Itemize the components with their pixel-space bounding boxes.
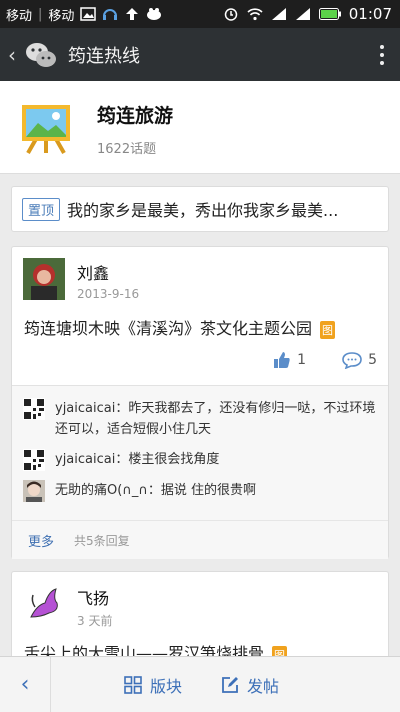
post-card[interactable]: 刘鑫 2013-9-16 筠连塘坝木映《清溪沟》茶文化主题公园图 1 5 yja… <box>11 246 389 559</box>
topic-count: 1622话题 <box>97 142 157 157</box>
post-stats: 1 5 <box>273 351 377 369</box>
top-nav-bar: ‹ 筠连热线 <box>0 28 400 81</box>
reply-text: 无助的痛O(∩_∩：据说 住的很贵啊 <box>55 483 256 498</box>
pinned-badge: 置顶 <box>22 197 61 221</box>
reply-text: yjaicaicai：楼主很会找角度 <box>55 452 220 467</box>
upload-icon <box>126 8 139 20</box>
reply-footer: 更多 共5条回复 <box>12 520 388 559</box>
forum-header: 筠连旅游 1622话题 <box>0 81 400 174</box>
status-bar: 移动 | 移动 01:07 <box>0 0 400 28</box>
headset-icon <box>103 9 118 20</box>
app-notification-icon <box>147 8 162 20</box>
chevron-left-icon: ‹ <box>20 672 30 697</box>
image-badge: 图 <box>320 320 336 339</box>
more-menu-button[interactable] <box>364 44 400 65</box>
avatar[interactable] <box>23 258 65 300</box>
pinned-post[interactable]: 置顶 我的家乡是最美，秀出你我家乡最美... <box>11 186 389 232</box>
nav-title: 筠连热线 <box>68 45 140 67</box>
carrier-1: 移动 <box>6 8 33 24</box>
like-count: 1 <box>297 352 307 368</box>
reply-item[interactable]: yjaicaicai：昨天我都去了，还没有修归一哒，不过环境还可以，适合短假小住… <box>23 398 377 440</box>
post-card[interactable]: 飞扬 3 天前 舌尖上的大雪山——罗汉笋烧排骨图 <box>11 571 389 664</box>
comment-icon[interactable] <box>342 351 362 369</box>
image-notification-icon <box>80 7 97 21</box>
post-title[interactable]: 筠连塘坝木映《清溪沟》茶文化主题公园图 <box>24 315 336 339</box>
clock: 01:07 <box>348 5 392 23</box>
post-title-text: 筠连塘坝木映《清溪沟》茶文化主题公园 <box>24 319 313 338</box>
grid-icon <box>124 675 142 694</box>
back-button[interactable]: ‹ <box>0 43 24 67</box>
easel-painting-icon <box>22 105 70 154</box>
post-date: 2013-9-16 <box>77 287 140 301</box>
reply-item[interactable]: yjaicaicai：楼主很会找角度 <box>23 449 377 471</box>
signal-icon-1 <box>271 8 286 20</box>
chevron-left-icon: ‹ <box>8 42 16 67</box>
wechat-logo-icon <box>26 42 56 67</box>
board-label: 版块 <box>150 676 183 696</box>
reply-list: yjaicaicai：昨天我都去了，还没有修归一哒，不过环境还可以，适合短假小住… <box>12 385 388 521</box>
post-date: 3 天前 <box>77 614 113 628</box>
more-replies-link[interactable]: 更多 <box>28 531 54 550</box>
bottom-toolbar: ‹ 版块 发帖 <box>0 656 400 712</box>
user-avatar-icon <box>23 480 45 502</box>
qr-avatar-icon <box>23 398 45 420</box>
reply-count: 共5条回复 <box>74 533 130 548</box>
board-button[interactable]: 版块 <box>124 657 182 712</box>
reply-text: yjaicaicai：昨天我都去了，还没有修归一哒，不过环境还可以，适合短假小住… <box>55 401 376 437</box>
alarm-icon <box>224 8 238 21</box>
compose-icon <box>222 676 238 693</box>
new-post-button[interactable]: 发帖 <box>221 657 279 712</box>
comment-count: 5 <box>368 352 377 368</box>
post-author[interactable]: 飞扬 <box>77 585 109 609</box>
reply-item[interactable]: 无助的痛O(∩_∩：据说 住的很贵啊 <box>23 480 377 502</box>
post-author[interactable]: 刘鑫 <box>77 260 109 284</box>
thumbs-up-icon[interactable] <box>273 351 291 369</box>
qr-avatar-icon <box>23 449 45 471</box>
forum-title: 筠连旅游 <box>97 105 174 127</box>
back-button-bottom[interactable]: ‹ <box>0 657 51 712</box>
avatar[interactable] <box>23 583 65 625</box>
pinned-title: 我的家乡是最美，秀出你我家乡最美... <box>67 201 339 220</box>
wifi-icon <box>247 8 263 21</box>
battery-icon <box>318 8 341 20</box>
carrier-2: 移动 <box>48 8 75 24</box>
signal-icon-2 <box>295 8 310 20</box>
post-label: 发帖 <box>247 676 280 696</box>
